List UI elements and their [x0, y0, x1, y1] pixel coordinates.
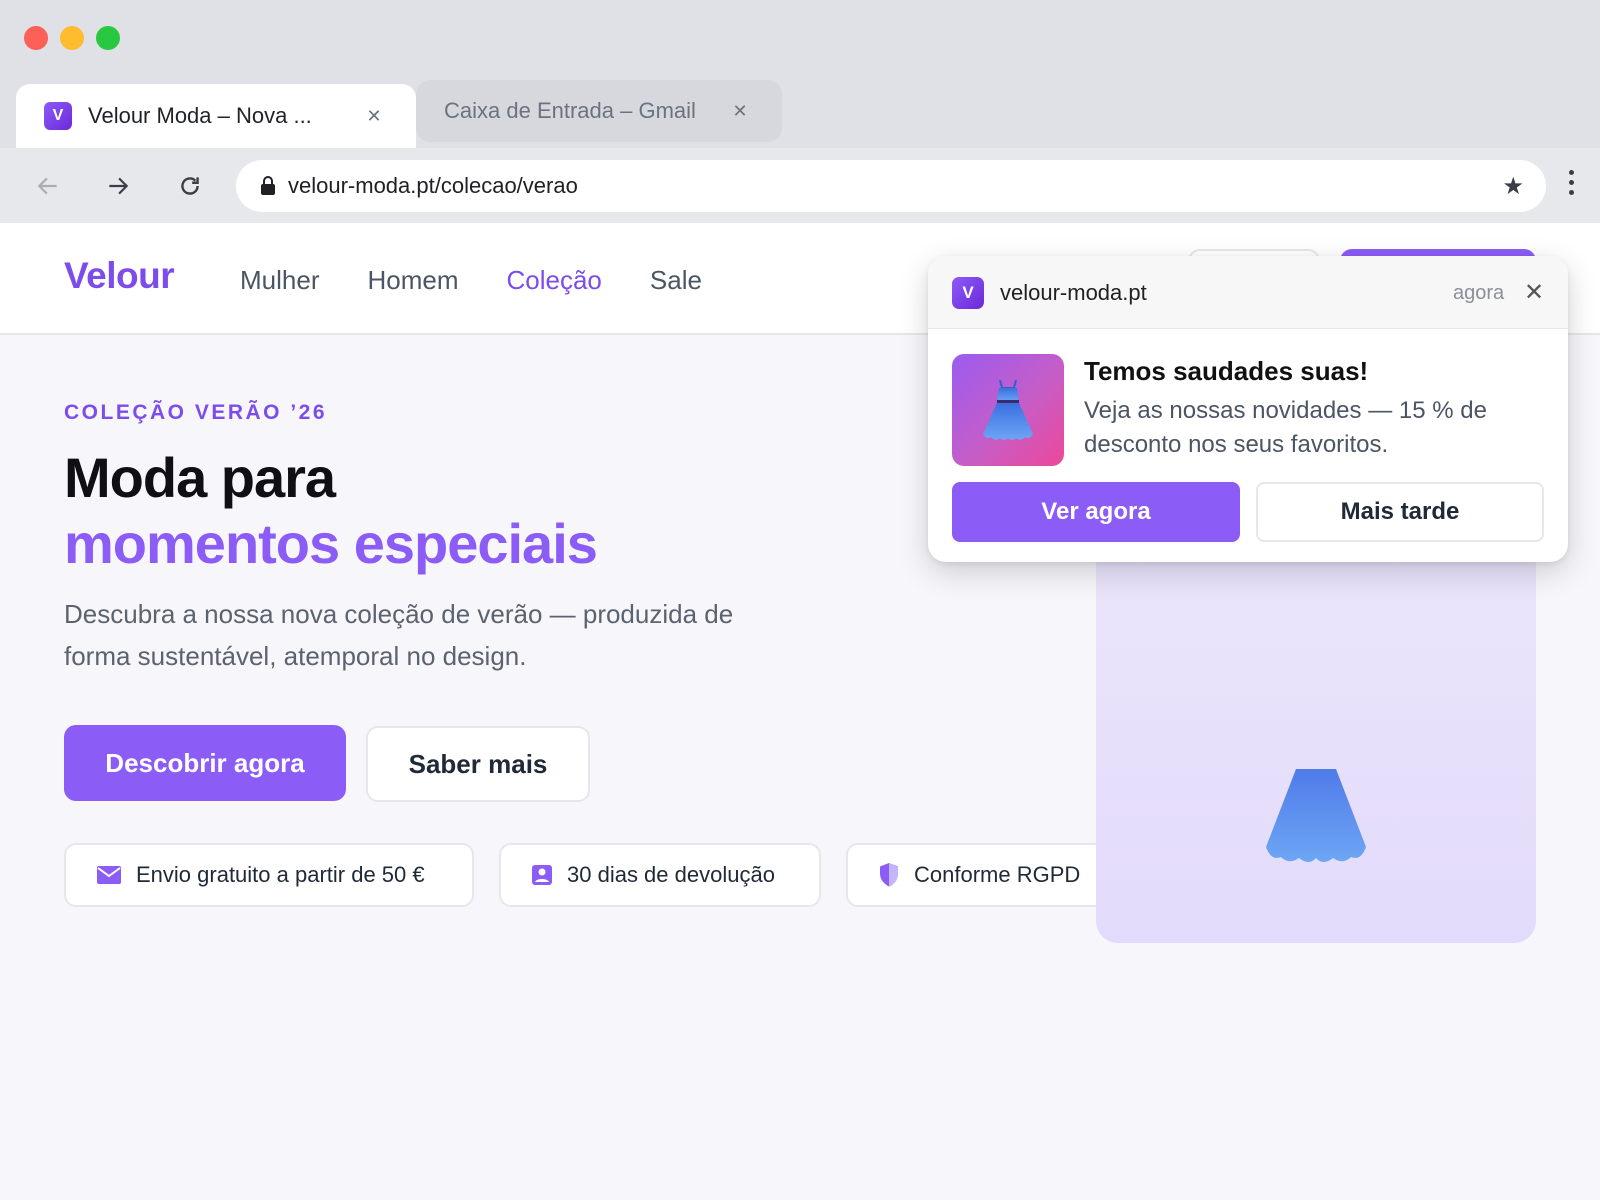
- contact-card-icon: [532, 865, 552, 885]
- reload-icon: [181, 177, 199, 195]
- notification-title: Temos saudades suas!: [1084, 356, 1369, 386]
- lock-icon: [258, 175, 278, 197]
- later-button[interactable]: Mais tarde: [1256, 482, 1544, 542]
- notification-close-icon[interactable]: ✕: [1524, 278, 1544, 307]
- nav-item-colecao[interactable]: Coleção: [507, 265, 602, 296]
- feature-text: Envio gratuito a partir de 50 €: [136, 862, 425, 887]
- notification-site: velour-moda.pt: [1000, 280, 1147, 305]
- velour-favicon-icon: V: [952, 277, 984, 309]
- arrow-left-icon: [37, 177, 57, 195]
- feature-gdpr: Conforme RGPD: [846, 843, 1115, 907]
- tab-velour[interactable]: V Velour Moda – Nova ... ✕: [16, 84, 416, 148]
- maximize-window-button[interactable]: [96, 26, 120, 50]
- address-bar[interactable]: velour-moda.pt/colecao/verao ★: [236, 160, 1546, 212]
- site-logo[interactable]: Velour: [64, 255, 175, 297]
- tab-gmail[interactable]: Caixa de Entrada – Gmail ✕: [416, 80, 782, 142]
- dress-icon: [1266, 769, 1366, 862]
- dress-icon: [983, 379, 1033, 440]
- feature-shipping: Envio gratuito a partir de 50 €: [64, 843, 474, 907]
- tab-title: Velour Moda – Nova ...: [88, 103, 312, 128]
- minimize-window-button[interactable]: [60, 26, 84, 50]
- reload-button[interactable]: [172, 168, 208, 204]
- notification-header: V velour-moda.pt agora ✕: [928, 256, 1568, 329]
- tab-close-icon[interactable]: ✕: [364, 106, 384, 127]
- nav-item-sale[interactable]: Sale: [650, 265, 702, 296]
- notification-body: Veja as nossas novidades — 15 % de desco…: [1084, 397, 1487, 458]
- mail-icon: [97, 866, 121, 884]
- notification-time: agora: [1453, 282, 1505, 304]
- tab-title: Caixa de Entrada – Gmail: [444, 98, 696, 123]
- arrow-right-icon: [109, 177, 129, 195]
- feature-returns: 30 dias de devolução: [499, 843, 821, 907]
- push-notification: V velour-moda.pt agora ✕ Temos saudades …: [928, 256, 1568, 562]
- forward-button[interactable]: [100, 168, 136, 204]
- velour-favicon-icon: V: [44, 102, 72, 130]
- tab-close-icon[interactable]: ✕: [730, 101, 750, 122]
- discover-now-button[interactable]: Descobrir agora: [64, 725, 346, 801]
- close-window-button[interactable]: [24, 26, 48, 50]
- feature-list: Envio gratuito a partir de 50 € 30 dias …: [64, 843, 1115, 907]
- hero-title: Moda para: [64, 446, 336, 509]
- hero-description: Descubra a nossa nova coleção de verão —…: [64, 599, 734, 671]
- bookmark-star-icon[interactable]: ★: [1502, 172, 1524, 201]
- hero-title-accent: momentos especiais: [64, 512, 598, 575]
- learn-more-button[interactable]: Saber mais: [366, 726, 590, 802]
- feature-text: 30 dias de devolução: [567, 862, 775, 887]
- nav-item-mulher[interactable]: Mulher: [240, 265, 319, 296]
- view-now-button[interactable]: Ver agora: [952, 482, 1240, 542]
- browser-menu-icon[interactable]: [1566, 170, 1576, 195]
- feature-text: Conforme RGPD: [914, 862, 1081, 887]
- url-text: velour-moda.pt/colecao/verao: [288, 173, 578, 198]
- notification-image: [952, 354, 1064, 466]
- nav-item-homem[interactable]: Homem: [367, 265, 458, 296]
- hero-eyebrow: COLEÇÃO VERÃO ’26: [64, 401, 328, 424]
- back-button[interactable]: [30, 168, 66, 204]
- shield-icon: [880, 863, 898, 887]
- main-nav: Mulher Homem Coleção Sale: [240, 265, 702, 296]
- window-controls: [24, 26, 120, 50]
